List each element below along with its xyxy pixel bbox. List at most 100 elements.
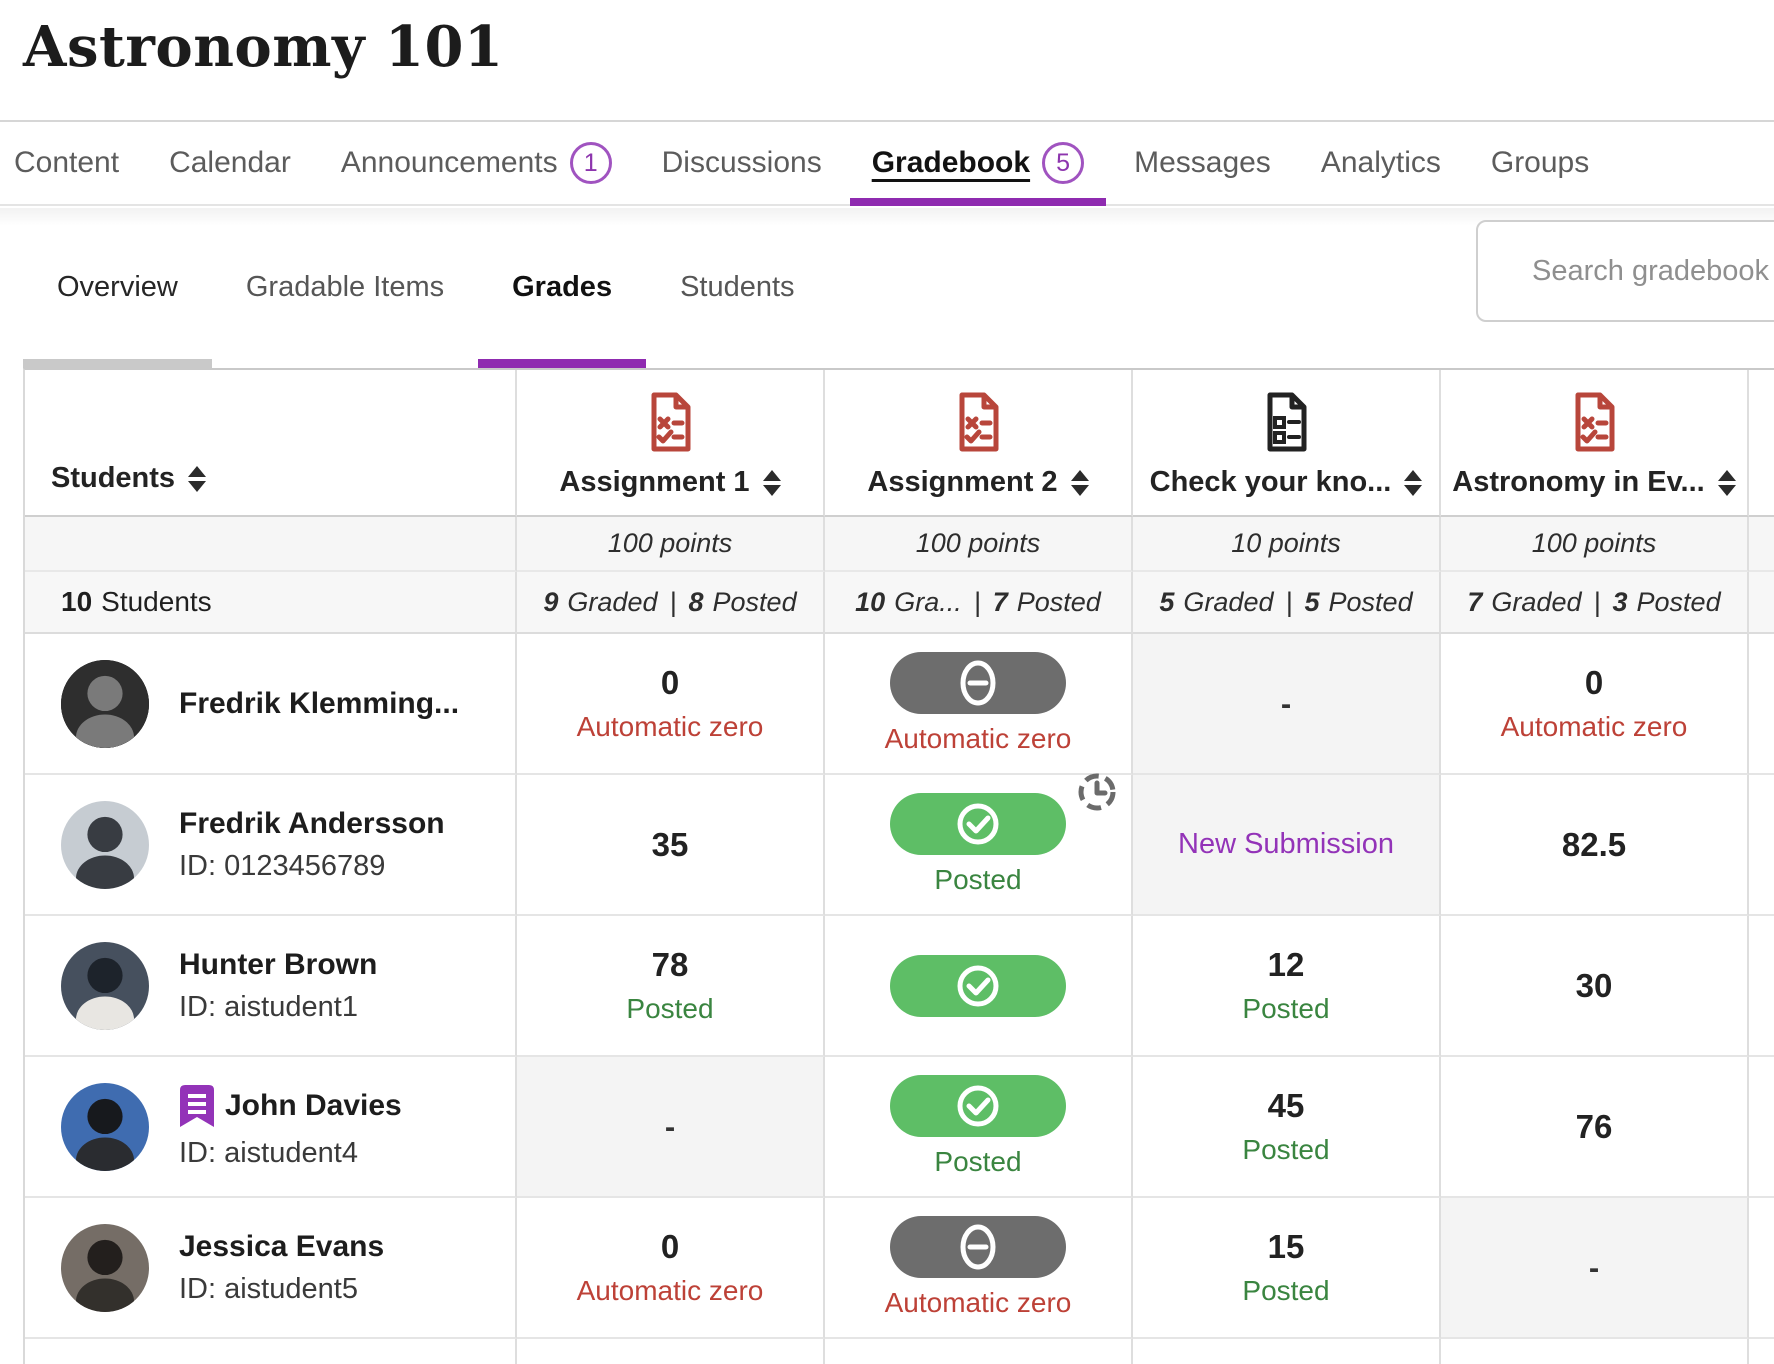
- grade-cell[interactable]: -: [517, 1057, 825, 1198]
- search-input[interactable]: [1532, 255, 1774, 288]
- student-id: ID: aistudent1: [179, 991, 377, 1024]
- grade-cell[interactable]: 78 Posted: [517, 916, 825, 1057]
- grade-cell[interactable]: 82.5: [1441, 775, 1749, 916]
- points-assignment-2: 100 points: [825, 517, 1133, 572]
- posted-pill[interactable]: [890, 1075, 1066, 1137]
- assignment-icon: [954, 392, 1002, 454]
- circle-check-icon: [954, 800, 1002, 848]
- points-assignment-1: 100 points: [517, 517, 825, 572]
- announcements-count-badge: 1: [570, 142, 612, 184]
- tab-students[interactable]: Students: [646, 206, 828, 368]
- points-row: 100 points 100 points 10 points 100 poin…: [25, 517, 1774, 572]
- student-cell[interactable]: Fredrik Andersson ID: 0123456789: [25, 775, 517, 916]
- assignment-icon: [1570, 392, 1618, 454]
- circle-minus-icon: [954, 659, 1002, 707]
- nav-tab-calendar[interactable]: Calendar: [169, 122, 291, 204]
- students-column-header[interactable]: Students: [25, 370, 517, 517]
- grade-cell[interactable]: [825, 916, 1133, 1057]
- circle-check-icon: [954, 1082, 1002, 1130]
- sort-icon[interactable]: [763, 470, 781, 496]
- avatar: [61, 1224, 149, 1312]
- automatic-zero-pill[interactable]: [890, 652, 1066, 714]
- student-count: 10Students: [25, 572, 517, 634]
- avatar: [61, 1083, 149, 1171]
- grade-status: Posted: [934, 864, 1021, 896]
- tab-grades[interactable]: Grades: [478, 206, 646, 368]
- grade-cell[interactable]: 76: [1441, 1057, 1749, 1198]
- grade-cell[interactable]: 12 Posted: [1133, 916, 1441, 1057]
- table-header-row: Students Assignment 1 Assignment 2 Check…: [25, 370, 1774, 517]
- grade-cell[interactable]: 30: [1441, 916, 1749, 1057]
- tab-overview[interactable]: Overview: [23, 206, 212, 368]
- student-id: ID: aistudent4: [179, 1137, 402, 1170]
- grade-status: Posted: [626, 993, 713, 1025]
- table-row: John Davies ID: aistudent4 - Posted 45 P…: [25, 1057, 1774, 1198]
- grades-table: Students Assignment 1 Assignment 2 Check…: [23, 368, 1774, 1364]
- grade-cell[interactable]: 0 Automatic zero: [517, 634, 825, 775]
- avatar: [61, 660, 149, 748]
- sort-icon[interactable]: [1071, 470, 1089, 496]
- grade-cell[interactable]: 0 Automatic zero: [1441, 634, 1749, 775]
- student-cell[interactable]: Fredrik Klemming...: [25, 634, 517, 775]
- grade-cell[interactable]: Posted: [825, 1057, 1133, 1198]
- stats-row: 10Students 9Graded | 8Posted 10Gra... | …: [25, 572, 1774, 634]
- automatic-zero-pill[interactable]: [890, 1216, 1066, 1278]
- tab-gradable-items[interactable]: Gradable Items: [212, 206, 478, 368]
- grade-status: Posted: [1242, 1134, 1329, 1166]
- grade-cell[interactable]: Automatic zero: [825, 634, 1133, 775]
- student-name: Fredrik Klemming...: [179, 687, 459, 721]
- overview-tab-indicator: [23, 359, 212, 368]
- nav-tab-gradebook[interactable]: Gradebook 5: [872, 122, 1084, 204]
- nav-tab-content[interactable]: Content: [14, 122, 119, 204]
- grade-status: Automatic zero: [885, 723, 1072, 755]
- column-header-partial: [1749, 370, 1774, 517]
- grade-cell[interactable]: 0 Automatic zero: [517, 1198, 825, 1339]
- grade-cell[interactable]: 35: [517, 775, 825, 916]
- stats-check-your-knowledge: 5Graded | 5Posted: [1133, 572, 1441, 634]
- circle-check-icon: [954, 962, 1002, 1010]
- grades-tab-indicator: [478, 359, 646, 368]
- grade-status: Automatic zero: [577, 1275, 764, 1307]
- page-header: Astronomy 101: [0, 0, 1774, 120]
- nav-tab-discussions[interactable]: Discussions: [662, 122, 822, 204]
- student-name: Fredrik Andersson: [179, 807, 445, 841]
- course-nav: Content Calendar Announcements 1 Discuss…: [0, 120, 1774, 206]
- posted-pill[interactable]: [890, 955, 1066, 1017]
- sort-icon[interactable]: [188, 466, 206, 492]
- sort-icon[interactable]: [1404, 470, 1422, 496]
- stats-assignment-1: 9Graded | 8Posted: [517, 572, 825, 634]
- column-header-check-your-knowledge[interactable]: Check your kno...: [1133, 370, 1441, 517]
- grade-cell[interactable]: 45 Posted: [1133, 1057, 1441, 1198]
- nav-tab-announcements[interactable]: Announcements 1: [341, 122, 612, 204]
- grade-cell[interactable]: -: [1441, 1198, 1749, 1339]
- active-tab-indicator: [850, 198, 1106, 206]
- grade-status: Posted: [934, 1146, 1021, 1178]
- avatar: [61, 801, 149, 889]
- grade-cell[interactable]: 15 Posted: [1133, 1198, 1441, 1339]
- quiz-icon: [1262, 392, 1310, 454]
- accommodations-flag-icon: [179, 1084, 215, 1128]
- gradebook-search: [1476, 220, 1774, 322]
- grade-status: Automatic zero: [885, 1287, 1072, 1319]
- posted-pill[interactable]: [890, 793, 1066, 855]
- new-submission-link[interactable]: New Submission: [1178, 828, 1394, 861]
- column-header-astronomy-in-everyday[interactable]: Astronomy in Ev...: [1441, 370, 1749, 517]
- column-header-assignment-1[interactable]: Assignment 1: [517, 370, 825, 517]
- student-id: ID: 0123456789: [179, 850, 445, 883]
- nav-tab-analytics[interactable]: Analytics: [1321, 122, 1441, 204]
- student-cell[interactable]: John Davies ID: aistudent4: [25, 1057, 517, 1198]
- table-row: Jessica Evans ID: aistudent5 0 Automatic…: [25, 1198, 1774, 1339]
- nav-tab-groups[interactable]: Groups: [1491, 122, 1589, 204]
- grade-cell[interactable]: New Submission: [1133, 775, 1441, 916]
- student-name: Jessica Evans: [179, 1230, 384, 1264]
- column-header-assignment-2[interactable]: Assignment 2: [825, 370, 1133, 517]
- student-cell[interactable]: Hunter Brown ID: aistudent1: [25, 916, 517, 1057]
- sort-icon[interactable]: [1718, 470, 1736, 496]
- avatar: [61, 942, 149, 1030]
- grade-cell[interactable]: Automatic zero: [825, 1198, 1133, 1339]
- student-name: Hunter Brown: [179, 948, 377, 982]
- grade-cell[interactable]: Posted: [825, 775, 1133, 916]
- nav-tab-messages[interactable]: Messages: [1134, 122, 1271, 204]
- student-cell[interactable]: Jessica Evans ID: aistudent5: [25, 1198, 517, 1339]
- grade-cell[interactable]: -: [1133, 634, 1441, 775]
